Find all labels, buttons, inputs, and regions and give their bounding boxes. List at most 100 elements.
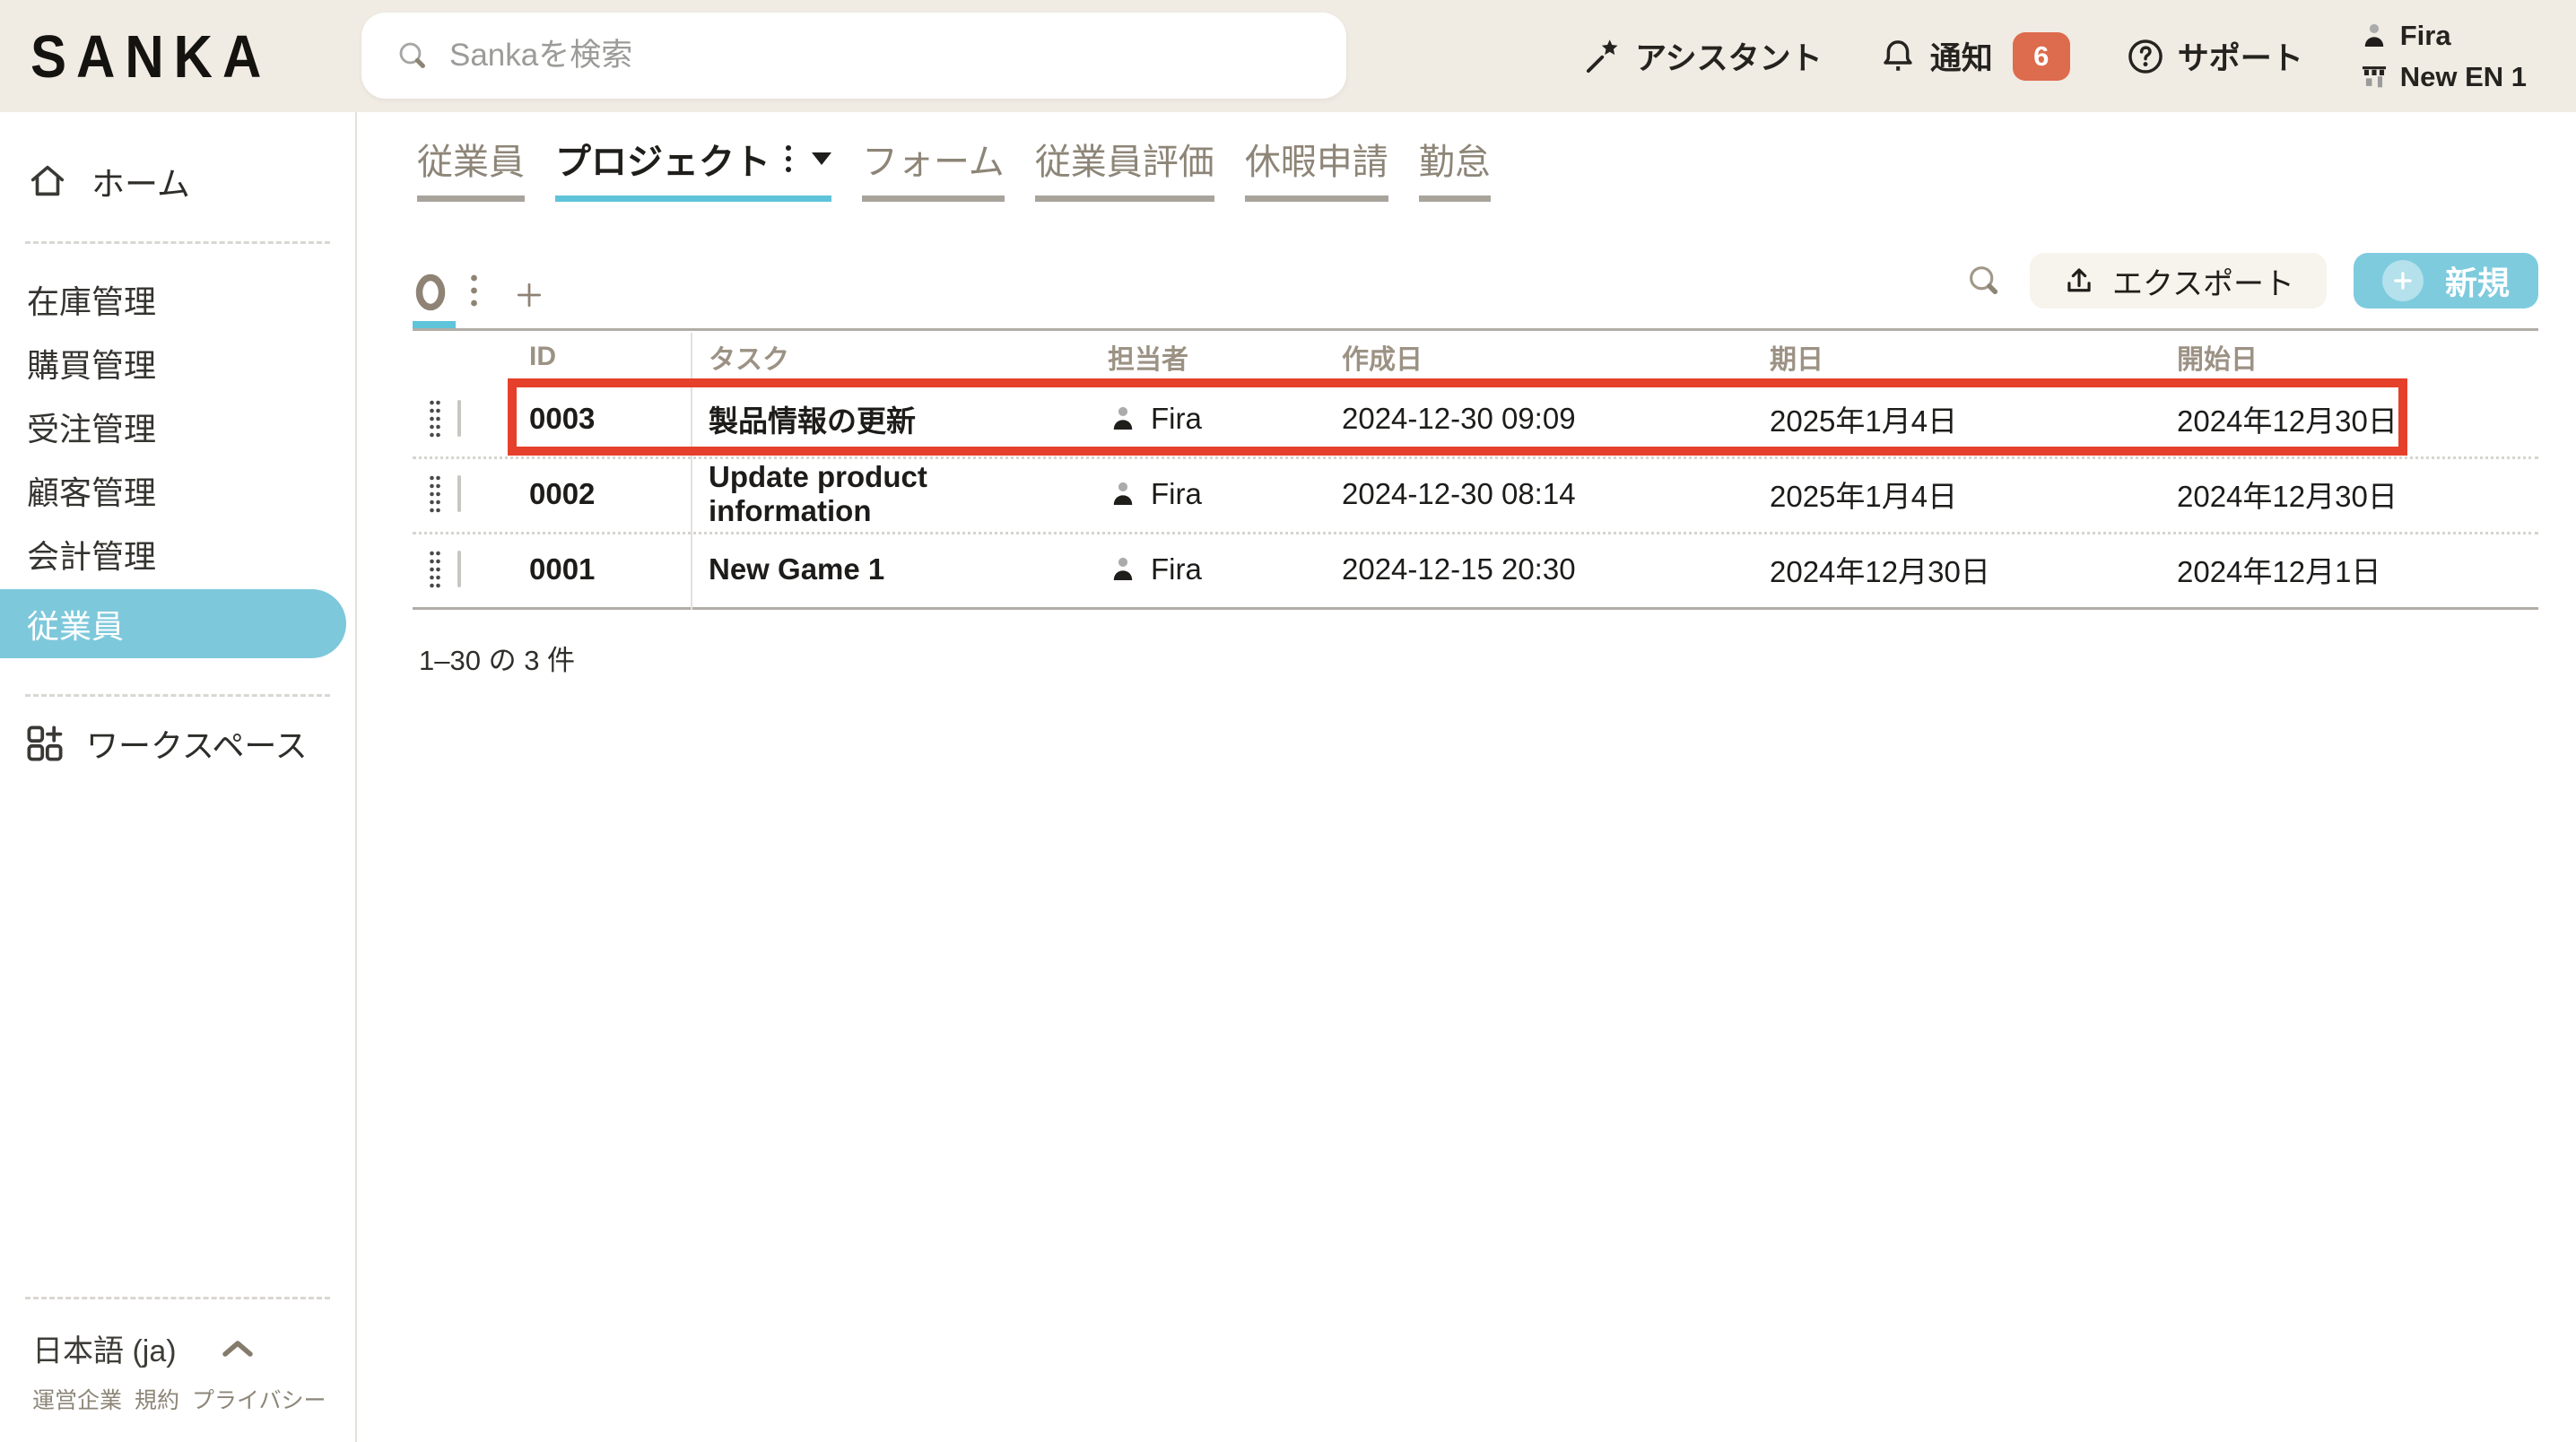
cell-id[interactable]: 0001 — [511, 552, 691, 586]
cell-assignee[interactable]: Fira — [1081, 402, 1310, 436]
account-workspace[interactable]: New EN 1 — [2359, 61, 2527, 93]
workspace-name: New EN 1 — [2399, 60, 2527, 92]
cell-start[interactable]: 2024年12月1日 — [2148, 548, 2538, 591]
link-company[interactable]: 運営企業 — [32, 1383, 122, 1415]
new-button[interactable]: 新規 — [2353, 253, 2538, 308]
link-privacy[interactable]: プライバシー — [192, 1383, 326, 1415]
export-button[interactable]: エクスポート — [2030, 253, 2327, 308]
user-name: Fira — [2399, 19, 2451, 51]
sidebar-footer: 日本語 (ja) 運営企業 規約 プライバシー — [0, 1297, 355, 1442]
view-toolbar: エクスポート 新規 — [413, 253, 2538, 331]
table-row[interactable]: 0003 製品情報の更新 Fira 2024-12-30 09:09 2025年… — [413, 381, 2538, 456]
drag-handle-icon[interactable] — [413, 398, 457, 439]
row-checkbox[interactable] — [457, 475, 461, 512]
table-actions: エクスポート 新規 — [1965, 253, 2538, 308]
app-logo[interactable]: SANKA — [30, 22, 271, 91]
chevron-up-icon — [222, 1337, 254, 1360]
row-checkbox[interactable] — [457, 551, 461, 587]
notifications-button[interactable]: 通知 6 — [1878, 31, 2070, 81]
cell-start[interactable]: 2024年12月30日 — [2148, 397, 2538, 440]
sidebar-item-accounting[interactable]: 会計管理 — [0, 522, 355, 586]
search-input[interactable] — [449, 38, 1275, 74]
table-row[interactable]: 0002 Update product information Fira 202… — [413, 456, 2538, 532]
cell-id[interactable]: 0003 — [511, 402, 691, 436]
cell-due[interactable]: 2024年12月30日 — [1740, 548, 2148, 591]
sidebar-item-customers[interactable]: 顧客管理 — [0, 458, 355, 522]
cell-created[interactable]: 2024-12-30 08:14 — [1310, 477, 1740, 511]
cell-task[interactable]: 製品情報の更新 — [691, 397, 1081, 440]
export-label: エクスポート — [2112, 266, 2294, 301]
global-search[interactable] — [361, 13, 1346, 99]
cell-assignee[interactable]: Fira — [1081, 477, 1310, 511]
cell-start[interactable]: 2024年12月30日 — [2148, 473, 2538, 516]
cell-task[interactable]: Update product information — [691, 460, 1081, 528]
sidebar-item-inventory[interactable]: 在庫管理 — [0, 267, 355, 331]
account-user[interactable]: Fira — [2359, 20, 2527, 52]
support-button[interactable]: サポート — [2126, 33, 2303, 79]
grid-plus-icon — [23, 722, 66, 765]
legal-links: 運営企業 規約 プライバシー — [32, 1383, 355, 1415]
topbar-actions: アシスタント 通知 6 サポート Fira New EN 1 — [1583, 0, 2527, 112]
tab-employees[interactable]: 従業員 — [417, 133, 525, 202]
view-switcher — [413, 253, 544, 328]
caret-down-icon[interactable] — [812, 152, 831, 165]
column-header-due[interactable]: 期日 — [1740, 337, 2148, 377]
drag-handle-icon[interactable] — [413, 473, 457, 515]
column-header-task[interactable]: タスク — [691, 337, 1081, 377]
tasks-table: ID タスク 担当者 作成日 期日 開始日 0003 製品情報の更新 Fira … — [413, 333, 2538, 610]
link-terms[interactable]: 規約 — [135, 1383, 179, 1415]
notifications-label: 通知 — [1929, 41, 1993, 76]
cell-id[interactable]: 0002 — [511, 477, 691, 511]
sidebar-item-home[interactable]: ホーム — [0, 157, 355, 205]
sidebar-item-purchasing[interactable]: 購買管理 — [0, 331, 355, 395]
cell-due[interactable]: 2025年1月4日 — [1740, 397, 2148, 440]
assistant-button[interactable]: アシスタント — [1583, 33, 1823, 79]
row-checkbox[interactable] — [457, 400, 461, 437]
support-label: サポート — [2177, 41, 2303, 76]
sidebar-divider — [25, 694, 330, 697]
upload-icon — [2062, 264, 2096, 298]
sidebar-home-label: ホーム — [91, 166, 190, 203]
wand-icon — [1583, 37, 1623, 76]
drag-handle-icon[interactable] — [413, 549, 457, 590]
sidebar-item-orders[interactable]: 受注管理 — [0, 395, 355, 458]
view-tab-circle[interactable] — [413, 271, 456, 328]
tab-leave-requests[interactable]: 休暇申請 — [1244, 133, 1388, 202]
sidebar-item-employees[interactable]: 従業員 — [0, 589, 346, 658]
table-search-icon[interactable] — [1965, 262, 2003, 300]
cell-assignee[interactable]: Fira — [1081, 552, 1310, 586]
tab-forms[interactable]: フォーム — [862, 133, 1005, 202]
cell-created[interactable]: 2024-12-15 20:30 — [1310, 552, 1740, 586]
cell-due[interactable]: 2025年1月4日 — [1740, 473, 2148, 516]
cell-created[interactable]: 2024-12-30 09:09 — [1310, 402, 1740, 436]
cell-task[interactable]: New Game 1 — [691, 552, 1081, 586]
assistant-label: アシスタント — [1635, 41, 1823, 76]
table-row[interactable]: 0001 New Game 1 Fira 2024-12-15 20:30 20… — [413, 532, 2538, 607]
top-header: SANKA アシスタント — [0, 0, 2576, 112]
column-header-created[interactable]: 作成日 — [1310, 337, 1740, 377]
tab-projects[interactable]: プロジェクト — [555, 133, 831, 202]
kebab-icon[interactable] — [785, 143, 792, 174]
account-menu[interactable]: Fira New EN 1 — [2359, 20, 2527, 93]
row-divider — [413, 532, 2538, 534]
plus-icon — [2381, 260, 2424, 301]
column-header-id[interactable]: ID — [511, 342, 691, 372]
main-content: 従業員 プロジェクト フォーム 従業員評価 休暇申請 勤怠 エクスポート 新規 … — [357, 112, 2576, 1442]
pagination-summary: 1–30 の 3 件 — [419, 645, 576, 676]
bell-icon — [1878, 37, 1918, 76]
add-view-plus-icon[interactable] — [514, 280, 544, 310]
storefront-icon — [2359, 62, 2389, 92]
table-header-row: ID タスク 担当者 作成日 期日 開始日 — [413, 333, 2538, 381]
person-icon — [2359, 21, 2389, 51]
module-tabs: 従業員 プロジェクト フォーム 従業員評価 休暇申請 勤怠 — [417, 133, 1491, 202]
column-header-start[interactable]: 開始日 — [2148, 337, 2538, 377]
sidebar-item-workspace[interactable]: ワークスペース — [0, 720, 355, 767]
sidebar-nav: 在庫管理 購買管理 受注管理 顧客管理 会計管理 従業員 — [0, 267, 355, 658]
tab-attendance[interactable]: 勤怠 — [1418, 133, 1491, 202]
view-options-kebab-icon[interactable] — [470, 273, 478, 310]
language-selector[interactable]: 日本語 (ja) — [32, 1326, 355, 1370]
sidebar-divider — [25, 1297, 330, 1299]
column-header-assignee[interactable]: 担当者 — [1081, 337, 1310, 377]
tab-evaluations[interactable]: 従業員評価 — [1034, 133, 1214, 202]
question-icon — [2126, 37, 2165, 76]
